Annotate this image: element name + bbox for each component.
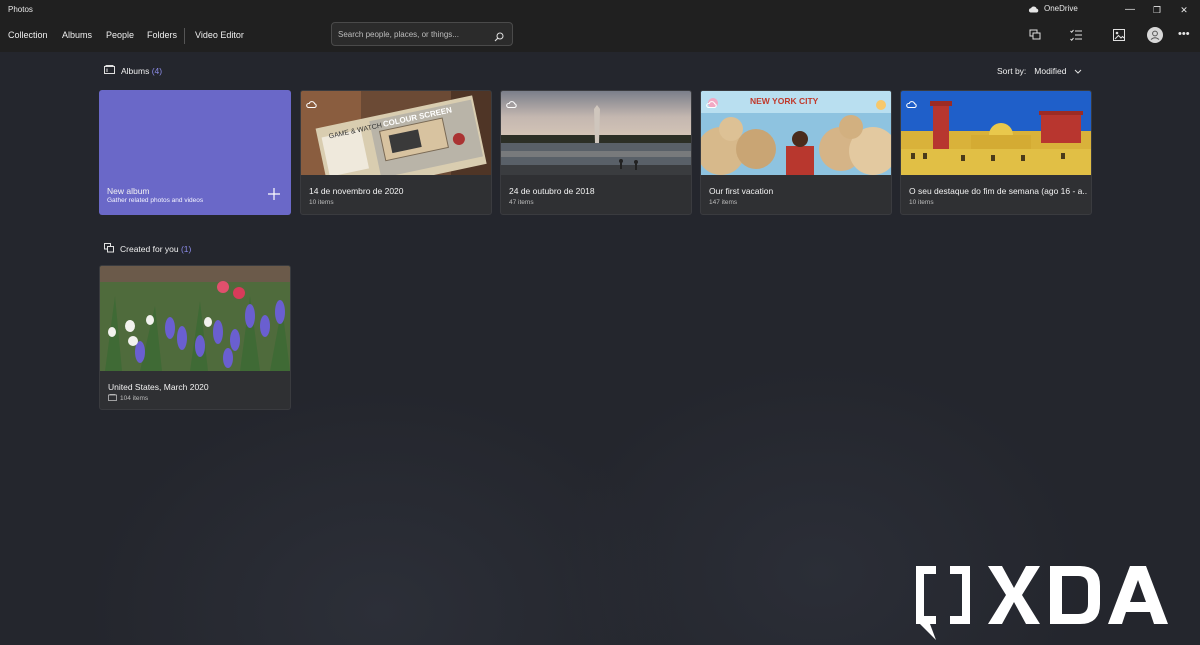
new-album-title: New album [107,186,150,196]
slideshow-icon[interactable] [1028,28,1042,42]
album-count: 104 items [120,395,149,402]
album-thumbnail [100,266,290,371]
search-input[interactable] [338,28,488,41]
plus-icon[interactable] [267,187,281,206]
album-card[interactable]: O seu destaque do fim de semana (ago 16 … [900,90,1092,215]
title-bar: Photos OneDrive — ❐ ✕ [0,0,1200,20]
new-album-card[interactable]: New album Gather related photos and vide… [99,90,291,215]
nav-bar: Collection Albums People Folders Video E… [0,20,1200,52]
search-icon[interactable] [494,29,504,47]
tab-video-editor[interactable]: Video Editor [195,30,244,40]
tab-people[interactable]: People [106,30,134,40]
album-title: Our first vacation [709,186,774,196]
album-count: 47 items [509,199,534,206]
album-title: 24 de outubro de 2018 [509,186,595,196]
nav-divider [184,28,185,44]
search-box[interactable] [331,22,513,46]
sort-label: Sort by: [997,66,1027,76]
album-title: United States, March 2020 [108,382,209,392]
account-avatar[interactable] [1147,27,1163,43]
onedrive-label: OneDrive [1044,4,1078,13]
new-york-city-text: NEW YORK CITY [750,96,819,106]
album-title: 14 de novembro de 2020 [309,186,404,196]
albums-count: (4) [151,65,163,76]
cloud-sync-icon [906,95,917,113]
xda-watermark-logo [910,560,1195,645]
album-icon [108,394,117,403]
sort-control[interactable]: Sort by: Modified [997,66,1082,76]
cloud-sync-icon [706,95,717,113]
tab-collection[interactable]: Collection [8,30,48,40]
cloud-sync-icon [506,95,517,113]
album-count-row: 104 items [108,394,148,403]
tab-albums[interactable]: Albums [62,30,92,40]
minimize-button[interactable]: — [1123,3,1137,17]
album-card[interactable]: GAME & WATCH COLOUR SCREEN 14 de novembr… [300,90,492,215]
album-card[interactable]: NEW YORK CITY Our first vacation 147 ite… [700,90,892,215]
onedrive-status[interactable]: OneDrive [1028,4,1078,13]
created-album-card[interactable]: United States, March 2020 104 items [99,265,291,410]
created-title: Created for you [120,244,179,254]
created-for-you-header: Created for you (1) [104,243,191,255]
close-button[interactable]: ✕ [1177,3,1191,17]
album-count: 10 items [309,199,334,206]
album-thumbnail [501,91,691,175]
created-collection-icon [104,243,114,255]
album-count: 147 items [709,199,738,206]
new-album-subtitle: Gather related photos and videos [107,197,204,204]
more-options-icon[interactable]: ••• [1178,28,1190,40]
albums-title: Albums [121,65,150,76]
album-thumbnail: GAME & WATCH COLOUR SCREEN [301,91,491,175]
created-count: (1) [180,244,192,254]
cloud-sync-icon [306,95,317,113]
album-thumbnail [901,91,1091,175]
album-card[interactable]: 24 de outubro de 2018 47 items [500,90,692,215]
album-count: 10 items [909,199,934,206]
album-icon [104,65,115,76]
restore-button[interactable]: ❐ [1150,3,1164,17]
sort-value[interactable]: Modified [1034,66,1066,76]
app-title: Photos [8,5,33,14]
chevron-down-icon[interactable] [1074,66,1082,76]
select-icon[interactable] [1069,28,1083,42]
tab-folders[interactable]: Folders [147,30,177,40]
album-title: O seu destaque do fim de semana (ago 16 … [909,186,1087,196]
cloud-icon [1028,5,1039,13]
albums-header: Albums (4) [104,65,162,76]
import-icon[interactable] [1112,28,1126,42]
album-thumbnail: NEW YORK CITY [701,91,891,175]
